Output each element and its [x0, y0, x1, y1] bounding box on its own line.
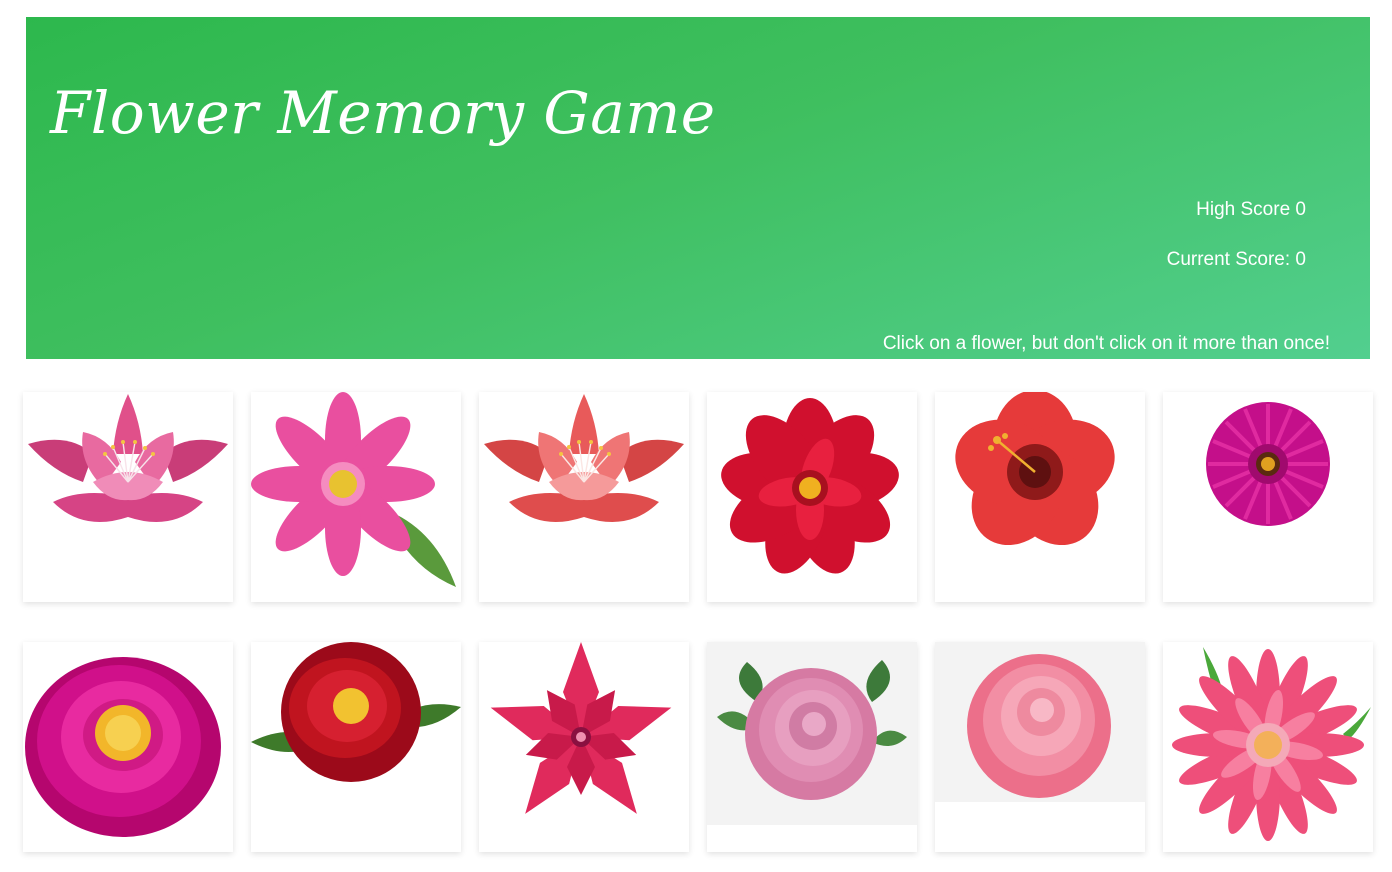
light-pink-rose-flower-card[interactable] — [935, 642, 1145, 852]
pink-star-flower-image — [490, 642, 672, 814]
page-title: Flower Memory Game — [50, 79, 716, 147]
pink-star-flower-card[interactable] — [479, 642, 689, 852]
red-camellia-flower-image — [251, 642, 461, 782]
light-pink-rose-flower-image — [935, 642, 1145, 802]
red-dahlia-flower-image — [721, 398, 899, 574]
pink-gerbera-flower-image — [1172, 647, 1371, 841]
magenta-peony-flower-card[interactable] — [23, 642, 233, 852]
instructions-text: Click on a flower, but don't click on it… — [882, 333, 1330, 354]
pink-lotus-flower-card[interactable] — [23, 392, 233, 602]
red-hibiscus-flower-image — [955, 392, 1115, 546]
flower-grid — [23, 392, 1373, 852]
red-dahlia-flower-card[interactable] — [707, 392, 917, 602]
magenta-peony-flower-image — [25, 657, 221, 837]
game-header: Flower Memory Game High Score 0 Current … — [26, 17, 1370, 359]
pink-gerbera-flower-card[interactable] — [1163, 642, 1373, 852]
coral-lotus-flower-card[interactable] — [479, 392, 689, 602]
magenta-daisy-flower-card[interactable] — [1163, 392, 1373, 602]
pink-rose-leaves-flower-card[interactable] — [707, 642, 917, 852]
high-score: High Score 0 — [1196, 199, 1306, 220]
coral-lotus-flower-image — [484, 394, 684, 522]
scoreboard: High Score 0 Current Score: 0 — [1167, 185, 1306, 285]
pink-rose-leaves-flower-image — [707, 642, 917, 825]
pink-lotus-flower-image — [28, 394, 228, 522]
red-camellia-flower-card[interactable] — [251, 642, 461, 852]
pink-cosmos-flower-card[interactable] — [251, 392, 461, 602]
current-score: Current Score: 0 — [1166, 249, 1306, 270]
red-hibiscus-flower-card[interactable] — [935, 392, 1145, 602]
pink-cosmos-flower-image — [251, 392, 456, 587]
magenta-daisy-flower-image — [1206, 402, 1330, 526]
